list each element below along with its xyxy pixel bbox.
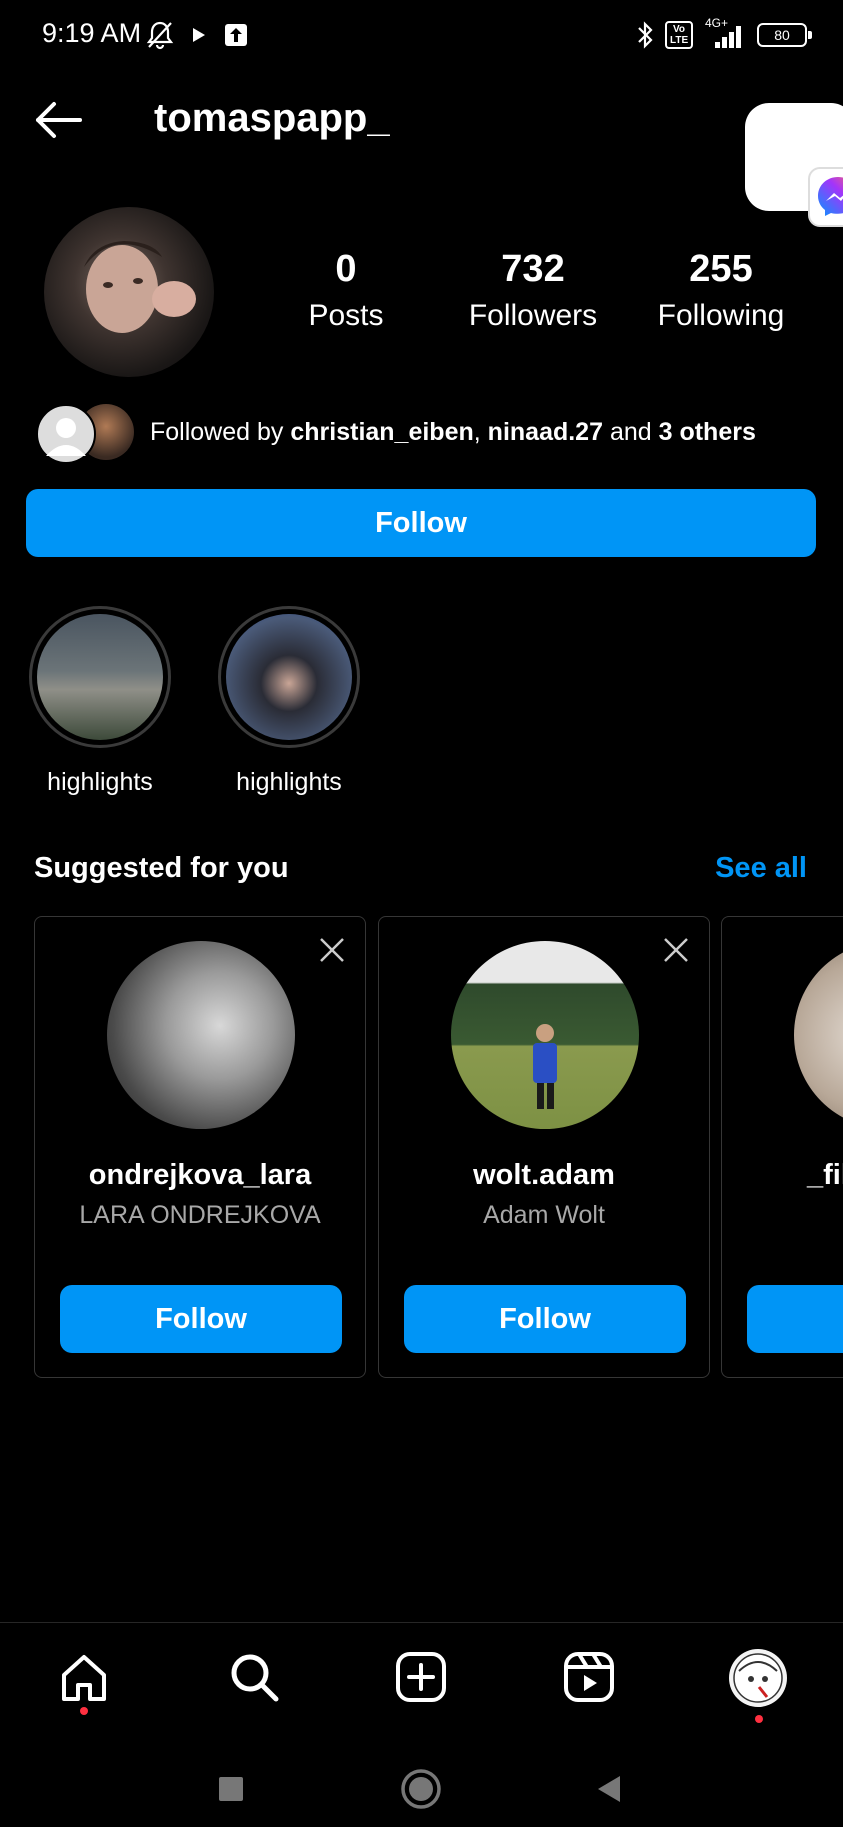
posts-label: Posts bbox=[308, 299, 384, 332]
reels-icon[interactable] bbox=[561, 1649, 617, 1705]
suggested-fullname: Adam Wolt bbox=[483, 1201, 605, 1229]
others-count: 3 others bbox=[658, 418, 756, 446]
create-icon[interactable] bbox=[393, 1649, 449, 1705]
person-figure bbox=[533, 1024, 557, 1109]
play-store-icon bbox=[193, 28, 205, 42]
back-system-icon[interactable] bbox=[594, 1774, 624, 1804]
stat-followers[interactable]: 732 Followers bbox=[443, 248, 623, 333]
see-all-link[interactable]: See all bbox=[715, 852, 807, 885]
notification-dot bbox=[80, 1707, 88, 1715]
suggested-follow-button[interactable] bbox=[747, 1285, 843, 1353]
profile-username: tomaspapp_ bbox=[154, 96, 390, 140]
followers-count: 732 bbox=[501, 248, 565, 290]
profile-tab-avatar[interactable] bbox=[729, 1649, 787, 1707]
mutual-user-1: christian_eiben bbox=[290, 418, 474, 446]
highlight-ring bbox=[218, 606, 360, 748]
recents-icon[interactable] bbox=[218, 1776, 244, 1802]
highlight-ring bbox=[29, 606, 171, 748]
notification-dot bbox=[755, 1715, 763, 1723]
search-icon[interactable] bbox=[226, 1649, 282, 1705]
followers-label: Followers bbox=[468, 299, 598, 332]
stat-posts[interactable]: 0 Posts bbox=[256, 248, 436, 333]
suggested-card[interactable]: ondrejkova_lara LARA ONDREJKOVA Follow bbox=[34, 916, 366, 1378]
suggested-follow-button[interactable]: Follow bbox=[60, 1285, 342, 1353]
follow-button[interactable]: Follow bbox=[26, 489, 816, 557]
suggested-title: Suggested for you bbox=[34, 852, 289, 884]
bluetooth-icon bbox=[638, 21, 653, 49]
messenger-icon bbox=[818, 177, 843, 216]
suggested-username: wolt.adam bbox=[473, 1159, 615, 1191]
profile-avatar[interactable] bbox=[44, 207, 214, 377]
suggested-follow-button[interactable]: Follow bbox=[404, 1285, 686, 1353]
followed-by-text: Followed by christian_eiben, ninaad.27 a… bbox=[150, 418, 756, 447]
suggested-username: ondrejkova_lara bbox=[88, 1159, 312, 1191]
suggested-avatar bbox=[794, 941, 843, 1129]
and-text: and bbox=[603, 418, 659, 446]
highlight-item[interactable]: highlights bbox=[25, 606, 175, 797]
suggested-avatar bbox=[451, 941, 639, 1129]
upload-icon bbox=[225, 24, 247, 46]
suggested-fullname: LARA ONDREJKOVA bbox=[79, 1201, 321, 1229]
battery-icon: 80 bbox=[757, 23, 812, 47]
suggested-avatar bbox=[107, 941, 295, 1129]
mutual-avatar bbox=[36, 404, 96, 464]
signal-icon: 4G+ bbox=[703, 16, 747, 50]
close-icon[interactable] bbox=[317, 935, 347, 965]
highlight-cover bbox=[37, 614, 163, 740]
back-arrow-icon[interactable] bbox=[34, 100, 84, 140]
clock: 9:19 AM bbox=[42, 18, 142, 48]
avatar-drawing bbox=[733, 1653, 783, 1703]
suggested-card[interactable]: wolt.adam Adam Wolt Follow bbox=[378, 916, 710, 1378]
highlight-label: highlights bbox=[236, 768, 342, 796]
home-system-icon[interactable] bbox=[400, 1768, 442, 1810]
following-count: 255 bbox=[689, 248, 753, 290]
bottom-nav bbox=[0, 1622, 843, 1737]
highlight-item[interactable]: highlights bbox=[214, 606, 364, 797]
posts-count: 0 bbox=[335, 248, 357, 290]
suggested-username: _fil bbox=[807, 1159, 843, 1191]
highlight-label: highlights bbox=[47, 768, 153, 796]
messenger-bubble[interactable] bbox=[808, 167, 843, 227]
stat-following[interactable]: 255 Following bbox=[631, 248, 811, 333]
followed-by-row[interactable]: Followed by christian_eiben, ninaad.27 a… bbox=[36, 404, 836, 464]
highlight-cover bbox=[226, 614, 352, 740]
close-icon[interactable] bbox=[661, 935, 691, 965]
suggested-card[interactable]: _fil bbox=[721, 916, 843, 1378]
status-bar: 9:19 AM Vo LTE 4G+ 80 bbox=[0, 0, 843, 74]
volte-icon: Vo LTE bbox=[665, 21, 693, 49]
home-icon[interactable] bbox=[56, 1649, 112, 1705]
mute-icon bbox=[146, 21, 174, 50]
separator: , bbox=[473, 418, 488, 446]
following-label: Following bbox=[657, 299, 785, 332]
followed-by-prefix: Followed by bbox=[150, 418, 291, 446]
mutual-user-2: ninaad.27 bbox=[487, 418, 603, 446]
system-nav-bar bbox=[0, 1736, 843, 1827]
profile-photo bbox=[84, 241, 196, 333]
